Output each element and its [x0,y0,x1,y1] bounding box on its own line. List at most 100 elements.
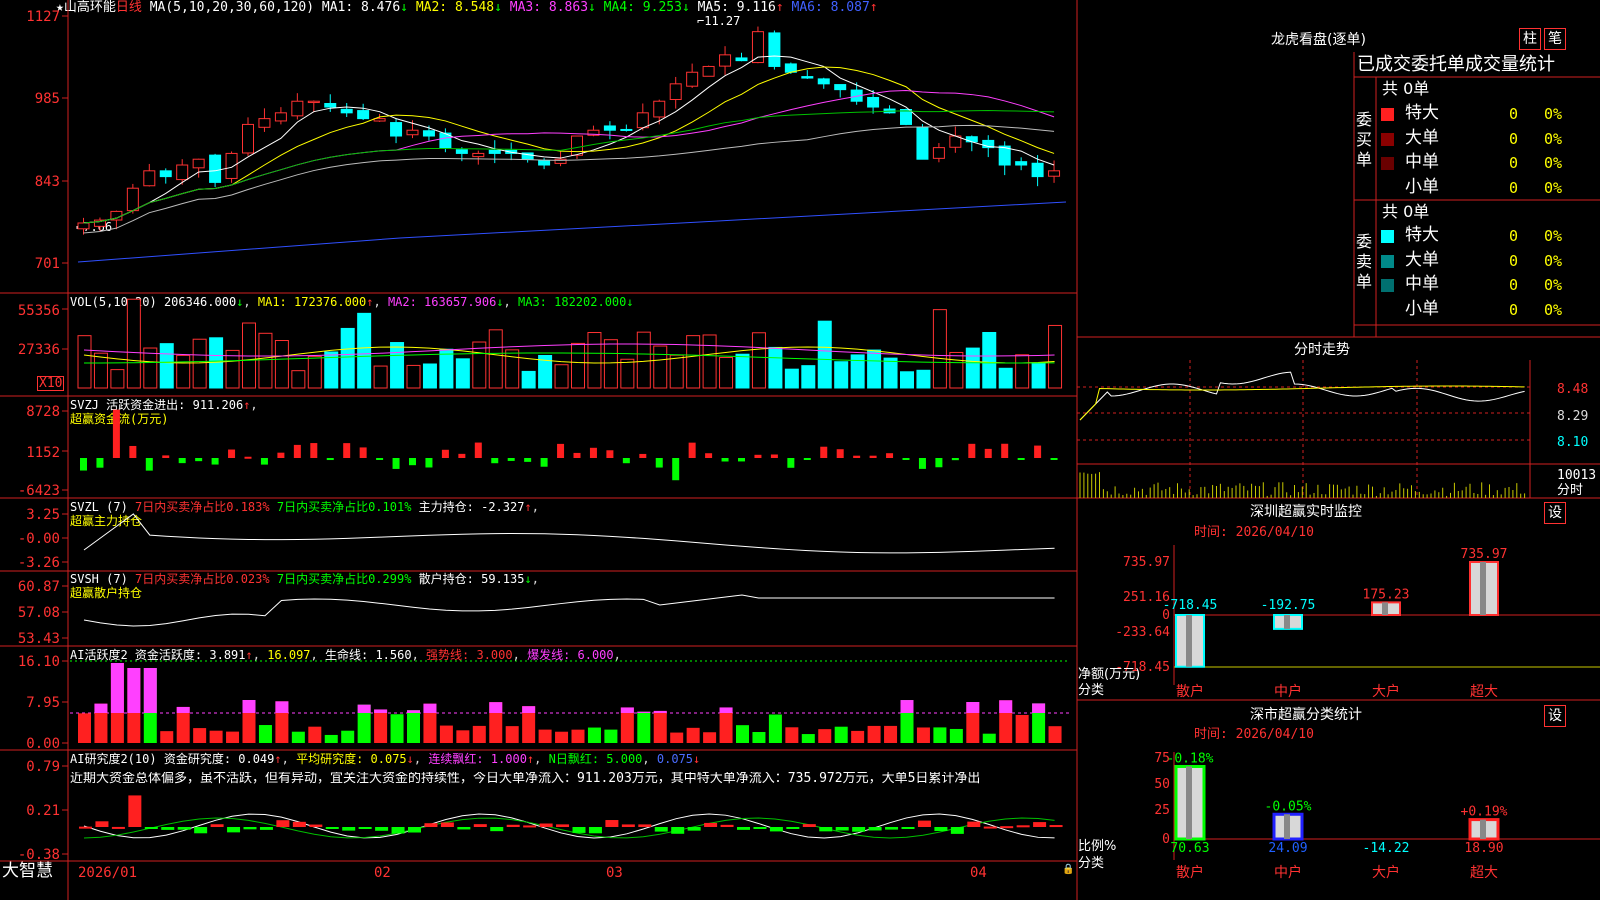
candle [702,65,715,77]
research-bar [358,827,372,829]
activity-bar [851,730,865,743]
ma6-line [77,201,1067,263]
flow-bar [655,458,663,468]
flow-bar [738,458,745,462]
volume-bar [719,357,734,389]
candle [867,96,880,108]
candle [801,76,814,79]
ss-time: 时间: 2026/04/10 [1194,727,1314,742]
candle [258,118,271,128]
flow-bar [425,458,433,468]
flow-bar [688,442,696,458]
candle [373,118,386,122]
volume-bar [176,354,191,389]
research-bar [704,822,718,827]
flow-bar [524,458,532,462]
research-bar [934,827,948,832]
candle [900,109,912,125]
volume-bar [357,312,372,389]
research-bar [671,827,685,834]
activity-bar [752,732,766,743]
research-bar [556,824,570,827]
candle [571,135,583,156]
research-bar [227,827,241,833]
research-bar [753,827,767,829]
flow-bar [195,458,203,462]
intraday-vol-tick: 10013 [1557,468,1597,483]
research-bar [325,827,339,829]
research-bar [375,827,389,831]
research-bar [737,827,750,830]
volume-bar [817,320,832,389]
sz-settings-button[interactable]: 设 [1544,502,1566,524]
volume-bar [1048,324,1063,389]
research-bar [1000,826,1014,829]
buy-side-label: 委买单 [1356,110,1373,169]
candle [653,100,666,118]
flow-bar [1001,443,1009,458]
research-bar [79,826,92,829]
research-bar [720,824,734,827]
volume-bar [521,370,536,389]
research-bar [128,795,142,827]
activity-bar [374,709,388,743]
flow-bar [145,458,153,471]
activity-bar [686,727,700,743]
flow-bar [853,455,861,458]
flow-bar [639,453,647,458]
activity-bar [407,710,420,743]
activity-bar-peak [1032,703,1046,713]
volume-bar [998,367,1013,389]
research-bar [506,824,520,827]
flow-bar [787,458,795,468]
sz-time: 时间: 2026/04/10 [1194,525,1314,540]
activity-bar [308,726,322,743]
research-bar [852,827,866,832]
order-size-count: 0 [1509,227,1519,245]
volume-bar [258,332,273,389]
activity-bar [78,713,91,743]
order-size-pct: 0% [1544,227,1563,245]
tick-mode-button[interactable]: 笔 [1544,28,1566,50]
research-bar [950,827,964,834]
flow-bar [721,458,729,462]
lhb-tabs[interactable]: 已成交委托单成交量统计 [1357,56,1555,74]
activity-bar-peak [489,702,503,713]
candle [1015,161,1028,166]
order-size-swatch [1381,254,1394,268]
volume-bar [373,365,388,389]
ss-settings-button[interactable]: 设 [1544,705,1566,727]
flow-bar [935,458,943,468]
candle [357,110,370,120]
candle [307,100,320,104]
flow-bar [820,446,828,458]
bar-mode-button[interactable]: 柱 [1519,28,1541,50]
candle [324,103,337,108]
research-bar [983,826,997,829]
volume-bar [126,298,141,389]
research-bar [342,827,356,831]
research-bar [901,827,915,829]
research-bar [276,820,290,827]
flow-bar [441,449,449,458]
order-size-label: 特大 [1405,225,1439,245]
activity-bar-peak [94,703,108,713]
flow-bar [705,453,713,458]
volume-bar [982,331,997,389]
lhb-title: 龙虎看盘(逐单) [1271,32,1366,48]
activity-bar [439,725,453,743]
volume-bar [735,353,750,389]
activity-bar-peak [522,706,536,713]
activity-bar [768,714,782,743]
volume-bar [768,346,783,389]
flow-bar [1017,458,1025,460]
candle [126,187,139,212]
flow-bar [754,454,762,458]
volume-bar [636,331,651,389]
research-bar [572,827,586,833]
activity-bar [867,725,881,743]
flow-bar [162,455,170,458]
activity-bar [916,727,930,743]
candle [636,112,649,129]
activity-bar [472,725,486,743]
